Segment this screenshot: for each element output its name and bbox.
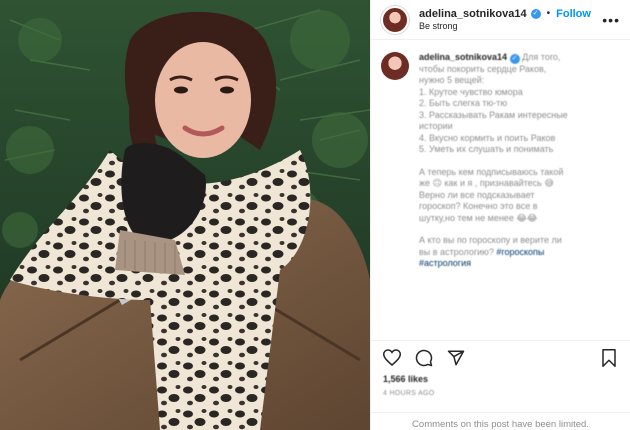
share-icon	[447, 350, 465, 365]
caption-line: истории	[419, 121, 453, 132]
caption-body: adelina_sotnikova14 ✓ Для того, чтобы по…	[419, 52, 568, 330]
caption-line: вы в астрологию? #гороскопы	[419, 247, 568, 259]
like-button[interactable]	[381, 347, 403, 369]
caption-line: Верно ли все подсказывает	[419, 189, 535, 200]
more-options-icon[interactable]: •••	[602, 12, 620, 28]
follow-button[interactable]: Follow	[556, 8, 591, 20]
photo-illustration	[0, 0, 370, 430]
caption-avatar[interactable]	[381, 52, 409, 80]
caption-line: 4. Вкусно кормить и поить Раков	[419, 132, 556, 143]
caption-line: adelina_sotnikova14 ✓ Для того,	[419, 52, 568, 64]
caption: adelina_sotnikova14 ✓ Для того, чтобы по…	[381, 52, 620, 330]
verified-badge-icon: ✓	[509, 53, 520, 64]
caption-line: 5. Уметь их слушать и понимать	[419, 144, 554, 155]
verified-badge-icon: ✓	[530, 8, 541, 19]
caption-line: А теперь кем подписываюсь такой	[419, 166, 564, 177]
caption-line: нужно 5 вещей:	[419, 75, 485, 86]
caption-line: 3. Рассказывать Ракам интересные	[419, 109, 568, 120]
heart-icon	[383, 349, 401, 366]
caption-text: вы в астрологию?	[419, 246, 497, 257]
caption-line: же 🙃 как и я , признавайтесь 😅	[419, 178, 554, 189]
caption-line: 1. Крутое чувство юмора	[419, 86, 523, 97]
comment-icon	[415, 349, 433, 366]
separator-dot: •	[546, 7, 551, 19]
bookmark-icon	[602, 348, 616, 367]
header-text: adelina_sotnikova14 ✓ • Follow Be strong	[419, 8, 591, 32]
comments-limited-notice: Comments on this post have been limited.	[371, 412, 630, 430]
username-row: adelina_sotnikova14 ✓ • Follow	[419, 8, 591, 20]
hashtag-link[interactable]: #астрология	[419, 258, 471, 268]
save-button[interactable]	[598, 347, 620, 369]
hashtag-link[interactable]: #гороскопы	[496, 247, 544, 257]
post-photo[interactable]	[0, 0, 370, 430]
action-bar	[371, 340, 630, 374]
caption-line: гороскоп? Конечно это все в	[419, 201, 538, 212]
caption-line: чтобы покорить сердце Раков,	[419, 63, 547, 74]
post-timestamp: 4 HOURS AGO	[383, 390, 435, 397]
share-button[interactable]	[445, 347, 467, 369]
caption-line: #астрология	[419, 258, 568, 270]
comment-button[interactable]	[413, 347, 435, 369]
post-details-panel: adelina_sotnikova14 ✓ • Follow Be strong…	[370, 0, 630, 430]
caption-gap	[419, 156, 568, 167]
username-link[interactable]: adelina_sotnikova14	[419, 8, 527, 20]
caption-gap	[419, 224, 568, 235]
caption-username[interactable]: adelina_sotnikova14	[419, 52, 507, 62]
caption-line: А кто вы по гороскопу и верите ли	[419, 235, 562, 246]
caption-line: 2. Быть слегка тю-тю	[419, 98, 508, 109]
likes-count[interactable]: 1,566 likes	[383, 374, 428, 384]
post-header: adelina_sotnikova14 ✓ • Follow Be strong…	[371, 0, 630, 40]
caption-text: Для того,	[522, 52, 561, 62]
location-subtitle[interactable]: Be strong	[419, 20, 591, 32]
avatar[interactable]	[381, 5, 409, 34]
caption-line: шутку,но тем не менее 😂😂	[419, 212, 538, 223]
